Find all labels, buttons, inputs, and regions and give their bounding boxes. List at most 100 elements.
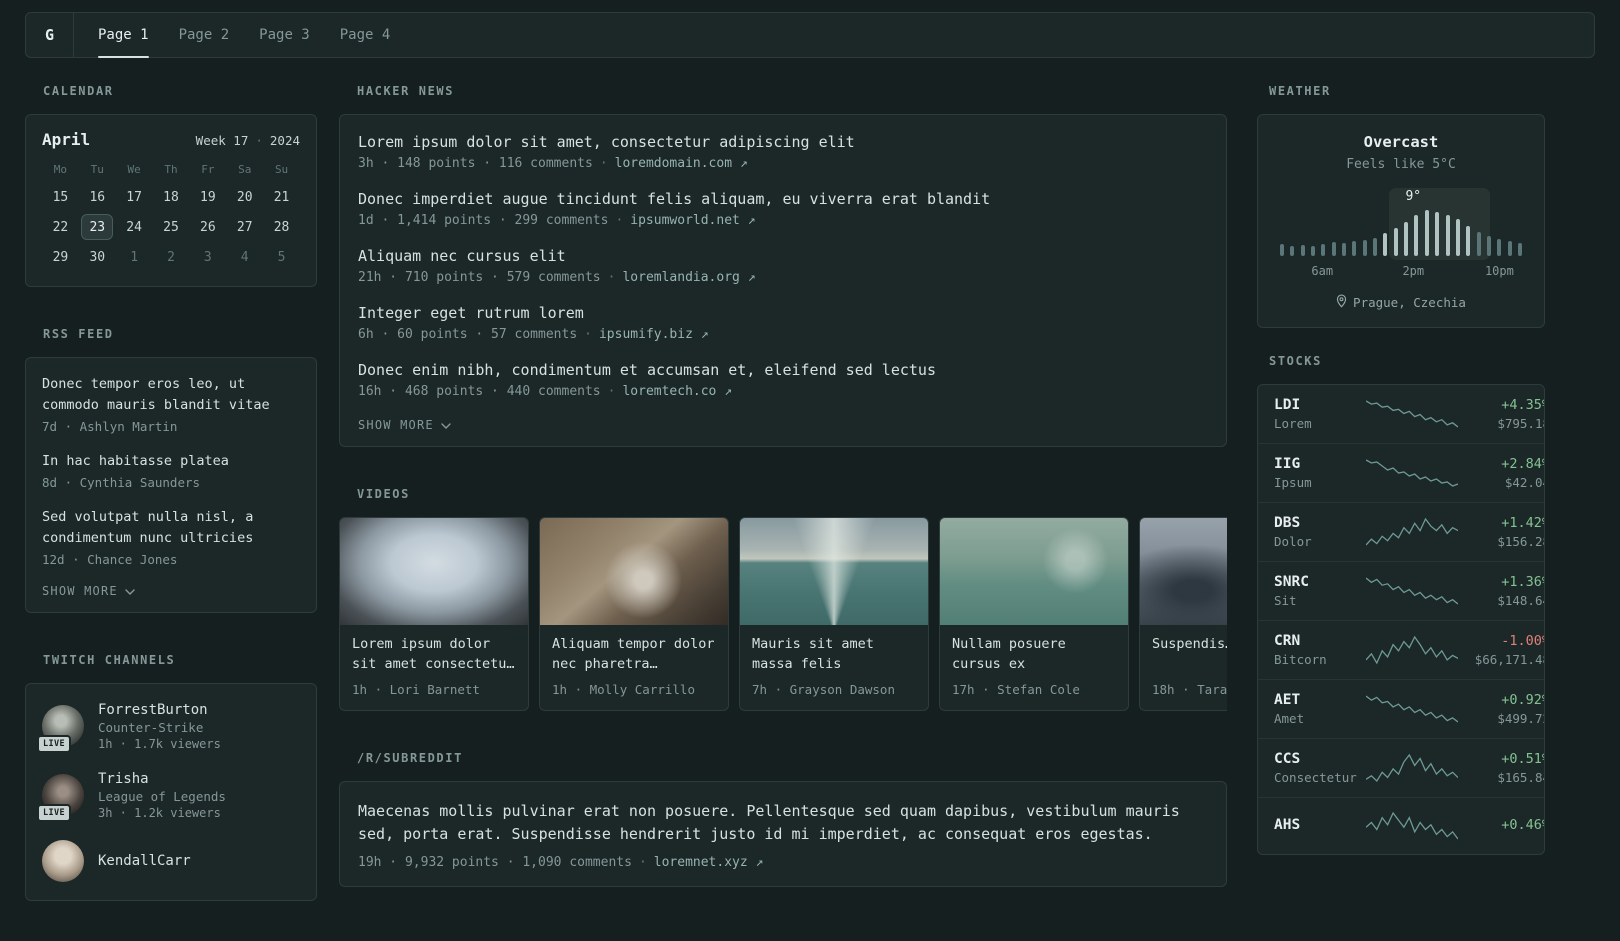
calendar-day[interactable]: 5 <box>266 244 298 270</box>
video-card[interactable]: Lorem ipsum dolor sit amet consectetu… 1… <box>339 517 529 712</box>
rss-item[interactable]: In hac habitasse platea 8d · Cynthia Sau… <box>42 451 300 490</box>
calendar-day[interactable]: 20 <box>229 184 261 210</box>
stock-sparkline <box>1366 810 1458 842</box>
weather-bar <box>1445 215 1450 256</box>
calendar-day[interactable]: 1 <box>118 244 150 270</box>
hn-show-more-button[interactable]: SHOW MORE <box>358 418 1208 432</box>
calendar-day[interactable]: 4 <box>229 244 261 270</box>
page-tabs: Page 1 Page 2 Page 3 Page 4 <box>98 13 391 58</box>
app-logo[interactable]: G <box>26 13 74 57</box>
video-title[interactable]: Nullam posuere cursus ex <box>952 635 1116 674</box>
hn-item-title[interactable]: Donec imperdiet augue tincidunt felis al… <box>358 190 1208 208</box>
hn-item-domain-link[interactable]: loremlandia.org ↗ <box>622 270 755 285</box>
calendar-day[interactable]: 2 <box>155 244 187 270</box>
calendar-day[interactable]: 18 <box>155 184 187 210</box>
video-title[interactable]: Lorem ipsum dolor sit amet consectetu… <box>352 635 516 674</box>
twitch-channel-name[interactable]: ForrestBurton <box>98 702 221 718</box>
video-title[interactable]: Aliquam tempor dolor nec pharetra… <box>552 635 716 674</box>
stock-row[interactable]: AET Amet +0.92% $499.72 <box>1258 679 1544 738</box>
stock-sparkline <box>1366 634 1458 666</box>
video-card[interactable]: Mauris sit amet massa felis 7h · Grayson… <box>739 517 929 712</box>
hn-item-title[interactable]: Lorem ipsum dolor sit amet, consectetur … <box>358 133 1208 151</box>
rss-item[interactable]: Sed volutpat nulla nisl, a condimentum n… <box>42 507 300 567</box>
weather-feels-like: Feels like 5°C <box>1346 157 1456 172</box>
twitch-channel-row[interactable]: KendallCarr <box>42 839 300 882</box>
rss-item[interactable]: Donec tempor eros leo, ut commodo mauris… <box>42 374 300 434</box>
calendar-day[interactable]: 15 <box>44 184 76 210</box>
rss-item-title[interactable]: Sed volutpat nulla nisl, a condimentum n… <box>42 507 300 549</box>
stock-row[interactable]: CRN Bitcorn -1.00% $66,171.48 <box>1258 620 1544 679</box>
tab-page-1[interactable]: Page 1 <box>98 13 149 58</box>
calendar-day[interactable]: 27 <box>229 214 261 240</box>
hn-item-title[interactable]: Aliquam nec cursus elit <box>358 247 1208 265</box>
stock-symbol: LDI <box>1274 397 1301 413</box>
calendar-day[interactable]: 29 <box>44 244 76 270</box>
video-info: Nullam posuere cursus ex 17h · Stefan Co… <box>940 625 1128 710</box>
calendar-day[interactable]: 28 <box>266 214 298 240</box>
video-thumbnail[interactable] <box>740 518 928 625</box>
video-thumbnail[interactable] <box>1140 518 1227 625</box>
video-card[interactable]: Nullam posuere cursus ex 17h · Stefan Co… <box>939 517 1129 712</box>
weather-hour-labels: 6am 2pm 10pm <box>1278 264 1524 280</box>
calendar-day[interactable]: 24 <box>118 214 150 240</box>
rss-show-more-button[interactable]: SHOW MORE <box>42 584 300 598</box>
rss-item-title[interactable]: Donec tempor eros leo, ut commodo mauris… <box>42 374 300 416</box>
video-thumbnail[interactable] <box>940 518 1128 625</box>
video-thumbnail[interactable] <box>540 518 728 625</box>
stock-row[interactable]: CCS Consectetur +0.51% $165.84 <box>1258 738 1544 797</box>
hn-item-domain-link[interactable]: loremtech.co ↗ <box>622 384 732 399</box>
tab-page-2[interactable]: Page 2 <box>179 13 230 57</box>
stock-row[interactable]: DBS Dolor +1.42% $156.28 <box>1258 502 1544 561</box>
stock-row[interactable]: SNRC Sit +1.36% $148.64 <box>1258 561 1544 620</box>
dot-separator: · <box>638 854 647 870</box>
subreddit-post-domain-link[interactable]: loremnet.xyz ↗ <box>654 855 764 870</box>
twitch-channel-name[interactable]: KendallCarr <box>98 853 191 869</box>
calendar-month: April <box>42 130 91 149</box>
stock-row[interactable]: AHS +0.46% <box>1258 797 1544 854</box>
twitch-channel-name[interactable]: Trisha <box>98 771 226 787</box>
twitch-channel-row[interactable]: LIVE ForrestBurton Counter-Strike 1h · 1… <box>37 702 300 754</box>
calendar-day[interactable]: 16 <box>81 184 113 210</box>
subreddit-post-meta-text: 19h · 9,932 points · 1,090 comments <box>358 854 632 870</box>
calendar-day[interactable]: 19 <box>192 184 224 210</box>
stock-row[interactable]: IIG Ipsum +2.84% $42.04 <box>1258 443 1544 502</box>
hn-item-title[interactable]: Donec enim nibh, condimentum et accumsan… <box>358 361 1208 379</box>
calendar-week-label: Week 17 <box>195 133 249 148</box>
hn-item-domain-link[interactable]: ipsumify.biz ↗ <box>599 327 709 342</box>
hn-item-domain-link[interactable]: loremdomain.com ↗ <box>615 156 748 171</box>
video-title[interactable]: Mauris sit amet massa felis <box>752 635 916 674</box>
live-badge: LIVE <box>37 804 72 823</box>
subreddit-post: Maecenas mollis pulvinar erat non posuer… <box>358 800 1208 870</box>
stock-name: Consectetur <box>1274 770 1357 785</box>
video-card[interactable]: Suspendis… diam 18h · Tara… <box>1139 517 1227 712</box>
hn-item: Donec enim nibh, condimentum et accumsan… <box>358 361 1208 399</box>
videos-section-title: VIDEOS <box>357 487 410 501</box>
calendar-day[interactable]: 25 <box>155 214 187 240</box>
video-info: Lorem ipsum dolor sit amet consectetu… 1… <box>340 625 528 710</box>
calendar-day[interactable]: 17 <box>118 184 150 210</box>
rss-item-meta: 7d · Ashlyn Martin <box>42 418 178 434</box>
video-title[interactable]: Suspendis… diam <box>1152 635 1227 674</box>
video-thumbnail[interactable] <box>340 518 528 625</box>
calendar-day[interactable]: 22 <box>44 214 76 240</box>
calendar-day[interactable]: 3 <box>192 244 224 270</box>
tab-page-3[interactable]: Page 3 <box>259 13 310 57</box>
video-card[interactable]: Aliquam tempor dolor nec pharetra… 1h · … <box>539 517 729 712</box>
hn-item-meta-text: 21h · 710 points · 579 comments <box>358 270 601 285</box>
dot-separator: · <box>255 133 263 148</box>
weather-widget: Overcast Feels like 5°C 9° 6am 2pm 10pm <box>1257 114 1545 328</box>
tab-page-4[interactable]: Page 4 <box>340 13 391 57</box>
hn-item-title[interactable]: Integer eget rutrum lorem <box>358 304 1208 322</box>
hn-item-domain-link[interactable]: ipsumworld.net ↗ <box>630 213 755 228</box>
stock-symbol: CCS <box>1274 751 1301 767</box>
subreddit-post-title[interactable]: Maecenas mollis pulvinar erat non posuer… <box>358 800 1208 847</box>
calendar-day[interactable]: 21 <box>266 184 298 210</box>
video-meta: 17h · Stefan Cole <box>952 682 1080 698</box>
stock-row[interactable]: LDI Lorem +4.35% $795.18 <box>1258 385 1544 443</box>
calendar-day[interactable]: 23 <box>81 214 114 240</box>
calendar-day-header: We <box>127 163 141 176</box>
twitch-channel-row[interactable]: LIVE Trisha League of Legends 3h · 1.2k … <box>37 771 300 823</box>
calendar-day[interactable]: 30 <box>81 244 113 270</box>
rss-item-title[interactable]: In hac habitasse platea <box>42 451 300 472</box>
calendar-day[interactable]: 26 <box>192 214 224 240</box>
